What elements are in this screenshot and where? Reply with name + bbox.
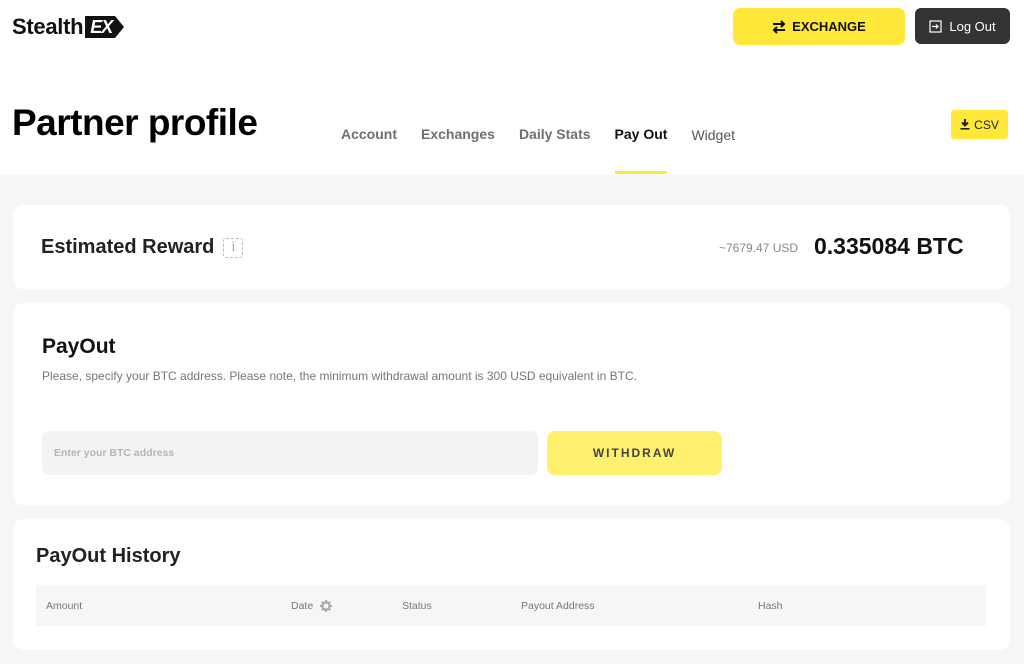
exchange-button-label: EXCHANGE: [792, 19, 866, 34]
column-date-label: Date: [291, 600, 314, 612]
column-status-label: Status: [402, 600, 432, 612]
exchange-button[interactable]: EXCHANGE: [733, 8, 905, 45]
top-header: Stealth EX EXCHANGE Log Out Partner prof…: [0, 0, 1024, 175]
tab-exchanges[interactable]: Exchanges: [421, 126, 495, 143]
logout-icon: [929, 19, 942, 33]
logo-badge: EX: [85, 16, 125, 38]
logout-button[interactable]: Log Out: [915, 8, 1010, 44]
withdraw-button[interactable]: WITHDRAW: [547, 431, 722, 475]
column-hash-label: Hash: [758, 600, 783, 612]
tab-daily-stats[interactable]: Daily Stats: [519, 126, 591, 143]
payout-history-card: PayOut History Amount Date Status Payout…: [13, 519, 1010, 650]
csv-download-button[interactable]: CSV: [951, 110, 1008, 139]
tab-widget[interactable]: Widget: [691, 127, 735, 143]
info-icon[interactable]: i: [223, 237, 244, 258]
gear-icon[interactable]: [320, 600, 333, 612]
column-header-hash[interactable]: Hash: [758, 600, 783, 612]
payout-description: Please, specify your BTC address. Please…: [42, 369, 637, 383]
csv-button-label: CSV: [974, 117, 999, 132]
estimated-reward-heading: Estimated Reward i: [41, 236, 244, 259]
logout-button-label: Log Out: [949, 18, 996, 34]
payout-history-table-header: Amount Date Status Payout Address Hash: [36, 585, 986, 626]
reward-usd-value: ~7679.47 USD: [719, 241, 799, 255]
logo-badge-arrow: [115, 16, 125, 38]
column-header-status[interactable]: Status: [402, 600, 432, 612]
logo-badge-text: EX: [85, 16, 116, 38]
payout-card: PayOut Please, specify your BTC address.…: [13, 303, 1010, 505]
column-payout-address-label: Payout Address: [521, 600, 595, 612]
page-title: Partner profile: [12, 102, 258, 143]
payout-title: PayOut: [42, 335, 116, 358]
profile-tabs: Account Exchanges Daily Stats Pay Out Wi…: [341, 126, 759, 174]
estimated-reward-title: Estimated Reward: [41, 236, 215, 258]
stealthex-logo[interactable]: Stealth EX: [12, 14, 125, 40]
swap-arrows-icon: [772, 19, 786, 34]
payout-history-title: PayOut History: [36, 545, 181, 567]
download-icon: [960, 119, 970, 130]
column-header-amount[interactable]: Amount: [46, 600, 82, 612]
column-amount-label: Amount: [46, 600, 83, 612]
btc-address-input[interactable]: [42, 431, 538, 475]
estimated-reward-card: Estimated Reward i ~7679.47 USD 0.335084…: [13, 205, 1010, 289]
withdraw-button-label: WITHDRAW: [592, 446, 677, 460]
column-header-payout-address[interactable]: Payout Address: [521, 600, 595, 612]
tab-pay-out[interactable]: Pay Out: [614, 126, 667, 174]
reward-btc-value: 0.335084 BTC: [814, 233, 964, 259]
logo-text: Stealth: [12, 14, 84, 39]
tab-account[interactable]: Account: [341, 126, 397, 143]
column-header-date[interactable]: Date: [291, 600, 333, 612]
